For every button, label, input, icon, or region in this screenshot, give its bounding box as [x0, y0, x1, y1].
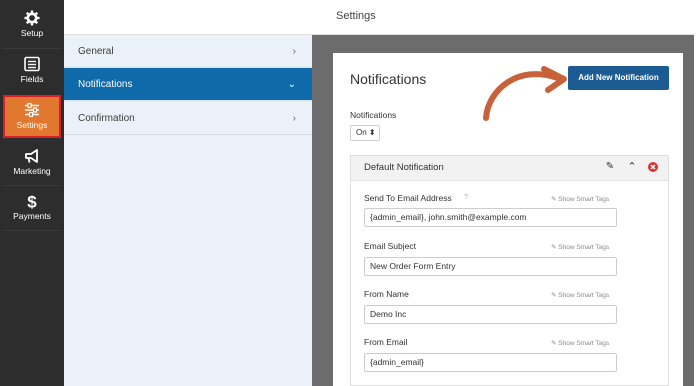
- subnav-item-general[interactable]: General ›: [64, 35, 312, 68]
- show-smart-tags-link[interactable]: ✎ Show Smart Tags: [551, 339, 609, 347]
- gear-icon: [24, 10, 40, 26]
- page-title: Settings: [336, 10, 376, 22]
- email-subject-input[interactable]: New Order Form Entry: [364, 257, 617, 276]
- app-frame: Setup Fields Settings Marketing $ Paymen…: [0, 0, 699, 386]
- sidebar-item-label: Payments: [13, 211, 51, 221]
- chevron-right-icon: ›: [292, 46, 296, 57]
- from-name-label: From Name: [364, 289, 409, 299]
- fields-list-icon: [24, 56, 40, 72]
- sidebar-item-fields[interactable]: Fields: [2, 50, 62, 94]
- panel-title: Notifications: [350, 71, 427, 87]
- divider: [2, 230, 62, 231]
- settings-subnav: General › Notifications ⌄ Confirmation ›: [64, 35, 312, 386]
- from-email-label: From Email: [364, 337, 408, 347]
- sidebar-item-label: Setup: [20, 28, 44, 38]
- notifications-toggle-label: Notifications: [350, 110, 397, 120]
- sidebar-item-label: Marketing: [13, 166, 51, 176]
- subnav-item-label: General: [78, 46, 114, 57]
- help-icon[interactable]: ?: [464, 194, 468, 201]
- email-subject-label: Email Subject: [364, 241, 416, 251]
- sidebar-item-settings[interactable]: Settings: [3, 95, 61, 138]
- curved-arrow-annotation: [483, 66, 567, 121]
- show-smart-tags-link[interactable]: ✎ Show Smart Tags: [551, 243, 609, 251]
- subnav-item-label: Confirmation: [78, 113, 135, 124]
- subnav-item-confirmation[interactable]: Confirmation ›: [64, 102, 312, 135]
- divider: [2, 185, 62, 186]
- sidebar-item-label: Settings: [16, 120, 48, 130]
- from-email-input[interactable]: {admin_email}: [364, 353, 617, 372]
- top-header: Settings: [64, 0, 694, 35]
- show-smart-tags-link[interactable]: ✎ Show Smart Tags: [551, 195, 609, 203]
- svg-text:$: $: [27, 193, 37, 209]
- from-name-input[interactable]: Demo Inc: [364, 305, 617, 324]
- send-to-email-label: Send To Email Address: [364, 193, 452, 203]
- show-smart-tags-link[interactable]: ✎ Show Smart Tags: [551, 291, 609, 299]
- delete-icon[interactable]: [647, 161, 659, 173]
- sidebar-item-payments[interactable]: $ Payments: [2, 187, 62, 231]
- send-to-email-input[interactable]: {admin_email}, john.smith@example.com: [364, 208, 617, 227]
- notifications-toggle-select[interactable]: On ⬍: [350, 125, 380, 141]
- subnav-item-notifications[interactable]: Notifications ⌄: [64, 68, 312, 101]
- subnav-item-label: Notifications: [78, 79, 133, 90]
- sliders-icon: [25, 102, 39, 118]
- pencil-icon[interactable]: ✎: [604, 161, 616, 173]
- chevron-down-icon: ⌄: [287, 79, 296, 90]
- megaphone-icon: [25, 149, 38, 163]
- notification-title: Default Notification: [364, 162, 444, 173]
- dollar-icon: $: [27, 193, 37, 209]
- add-new-notification-button[interactable]: Add New Notification: [568, 66, 669, 90]
- chevron-right-icon: ›: [292, 113, 296, 124]
- chevron-up-icon[interactable]: ⌃: [626, 161, 638, 173]
- sidebar-item-setup[interactable]: Setup: [2, 4, 62, 48]
- divider: [2, 48, 62, 49]
- sidebar-item-marketing[interactable]: Marketing: [2, 142, 62, 186]
- sidebar-item-label: Fields: [20, 74, 44, 84]
